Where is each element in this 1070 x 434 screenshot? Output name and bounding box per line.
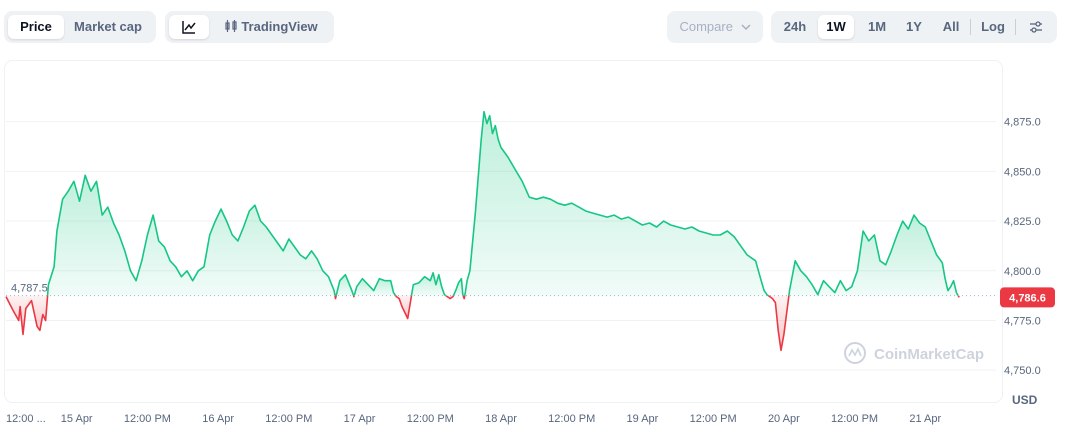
area-above-reference — [464, 111, 769, 296]
price-line-down — [334, 295, 337, 300]
y-tick-label: 4,825.0 — [1004, 216, 1041, 228]
x-tick-label: 15 Apr — [61, 413, 93, 425]
y-tick-label: 4,850.0 — [1004, 166, 1041, 178]
x-tick-label: 12:00 PM — [690, 413, 737, 425]
price-chart[interactable]: CoinMarketCap 4,787.5 4,786.6 4,750.04,7… — [0, 0, 1070, 434]
y-tick-label: 4,775.0 — [1004, 315, 1041, 327]
x-tick-label: 12:00 PM — [407, 413, 454, 425]
x-tick-label: 17 Apr — [344, 413, 376, 425]
watermark-text: CoinMarketCap — [874, 346, 984, 363]
y-tick-label: 4,800.0 — [1004, 266, 1041, 278]
area-above-reference — [788, 215, 959, 296]
x-tick-label: 18 Apr — [485, 413, 517, 425]
x-axis: 12:00 ... 15 Apr 12:00 PM 16 Apr 12:00 PM 17 … — [6, 413, 942, 425]
currency-label: USD — [1012, 393, 1038, 407]
watermark: CoinMarketCap — [844, 342, 984, 364]
x-tick-label: 12:00 ... — [6, 413, 46, 425]
x-tick-label: 12:00 PM — [265, 413, 312, 425]
area-below-reference — [6, 295, 48, 335]
coinmarketcap-logo-icon — [844, 342, 866, 364]
current-price-badge: 4,786.6 — [1000, 287, 1055, 308]
y-tick-label: 4,750.0 — [1004, 365, 1041, 377]
x-tick-label: 16 Apr — [202, 413, 234, 425]
y-tick-label: 4,875.0 — [1004, 117, 1041, 129]
x-tick-label: 21 Apr — [909, 413, 941, 425]
x-tick-label: 12:00 PM — [124, 413, 171, 425]
current-price-label: 4,786.6 — [1009, 292, 1046, 304]
price-line-down — [462, 295, 466, 300]
x-tick-label: 20 Apr — [768, 413, 800, 425]
reference-price-label: 4,787.5 — [11, 283, 48, 295]
x-tick-label: 12:00 PM — [548, 413, 595, 425]
x-tick-label: 12:00 PM — [831, 413, 878, 425]
x-tick-label: 19 Apr — [627, 413, 659, 425]
y-axis: 4,750.0 4,775.0 4,800.0 4,825.0 4,850.0 4,875… — [1004, 117, 1041, 378]
